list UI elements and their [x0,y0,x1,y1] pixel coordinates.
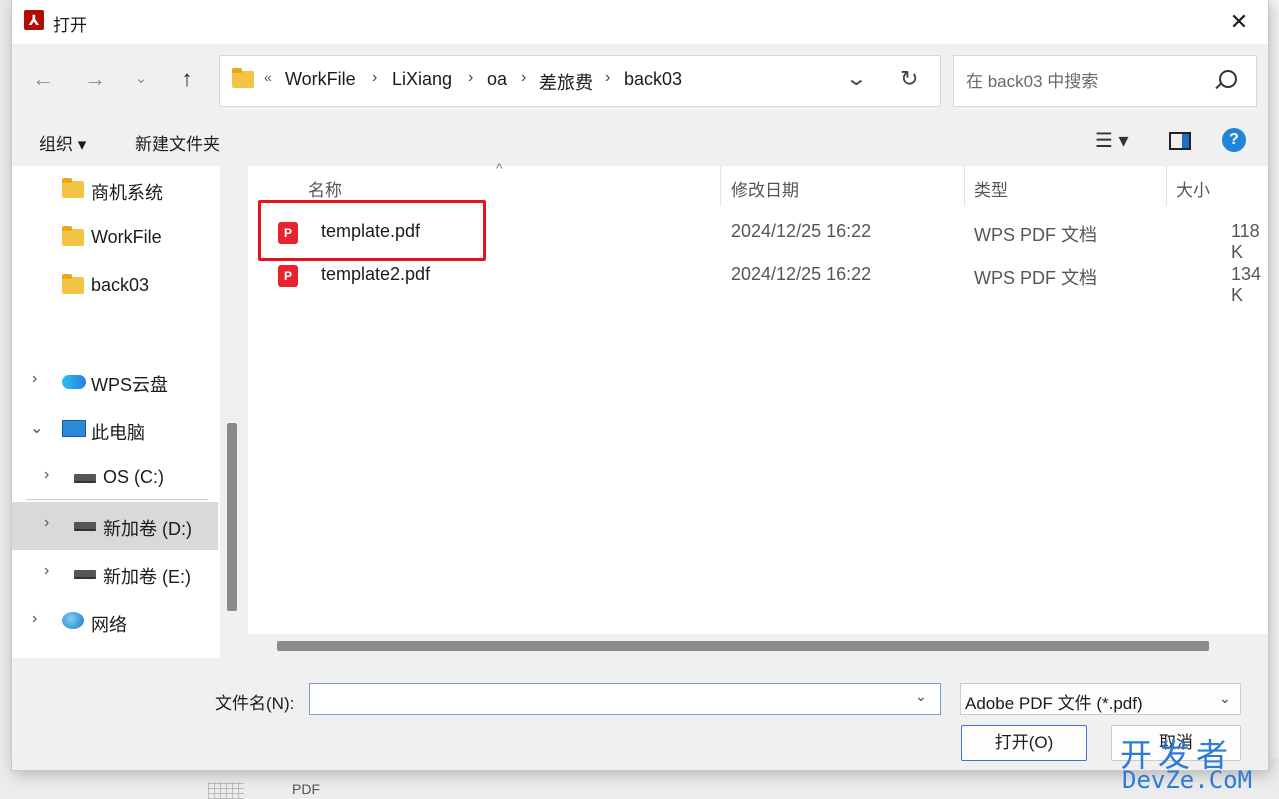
close-button[interactable]: ✕ [1224,8,1254,36]
filename-label: 文件名(N): [215,694,295,713]
column-header-name[interactable]: 名称 [308,176,342,201]
sidebar-item-label: WPS云盘 [91,375,169,395]
file-name: template2.pdf [321,264,431,284]
sidebar-item-label: 商机系统 [91,183,163,203]
breadcrumb-separator-icon[interactable]: › [521,69,526,87]
sidebar-item-label: WorkFile [91,227,162,247]
drive-icon [74,522,96,531]
sidebar-item-shangji[interactable]: 商机系统 [12,166,218,214]
filename-field[interactable] [314,688,908,712]
column-divider[interactable] [1166,166,1167,206]
title-bar: ⅄ 打开 ✕ [12,0,1268,44]
filetype-value: Adobe PDF 文件 (*.pdf) [965,694,1143,713]
sidebar-item-label: 网络 [91,615,127,635]
background-grid-icon [208,782,244,799]
new-folder-button[interactable]: 新建文件夹 [135,130,220,155]
expand-chevron-icon[interactable]: › [32,370,37,388]
dialog-title: 打开 [53,16,87,35]
pdf-file-icon: P [278,265,298,287]
breadcrumb-workfile[interactable]: WorkFile [285,69,356,90]
expand-chevron-icon[interactable]: › [44,514,49,532]
sidebar-item-label: 新加卷 (E:) [103,567,191,587]
search-input[interactable] [964,70,1218,94]
file-type: WPS PDF 文档 [974,268,1098,288]
sidebar-item-label: back03 [91,275,150,295]
sidebar-item-drive-c[interactable]: › OS (C:) [12,454,218,502]
breadcrumb-back03[interactable]: back03 [624,69,682,90]
breadcrumb-travel-expense[interactable]: 差旅费 [539,69,593,95]
column-divider[interactable] [964,166,965,206]
filetype-select[interactable]: Adobe PDF 文件 (*.pdf) ⌄ [960,683,1241,715]
breadcrumb-separator-icon[interactable]: › [605,69,610,87]
refresh-icon[interactable]: ↻ [900,66,918,92]
drive-icon [74,570,96,579]
watermark: 开发者 DevZe.CoM [1120,730,1270,796]
search-icon[interactable] [1219,70,1237,88]
command-bar: 组织 ▾ 新建文件夹 ☰ ▾ ? [12,118,1268,164]
chevron-down-icon[interactable]: ⌄ [915,688,927,705]
breadcrumb-oa[interactable]: oa [487,69,507,90]
sidebar-item-back03[interactable]: back03 [12,262,218,310]
breadcrumb-separator-icon[interactable]: › [468,69,473,87]
filename-combobox[interactable]: ⌄ [309,683,941,715]
open-file-dialog: ⅄ 打开 ✕ ← → ⌄ ↑ « WorkFile › LiXiang › oa… [12,0,1268,770]
expand-chevron-icon[interactable]: › [44,466,49,484]
back-arrow-icon[interactable]: ← [28,64,58,94]
expand-chevron-icon[interactable]: › [44,562,49,580]
view-options-icon[interactable]: ☰ ▾ [1095,128,1129,153]
file-row[interactable]: P template2.pdf 2024/12/25 16:22 WPS PDF… [248,255,1268,305]
preview-pane-icon[interactable] [1169,132,1191,150]
forward-arrow-icon[interactable]: → [80,64,110,94]
navigation-pane: 商机系统 WorkFile back03 › WPS云盘 ⌄ 此电脑 › OS … [12,166,220,658]
search-box[interactable] [953,55,1257,107]
sidebar-item-label: 此电脑 [91,423,145,443]
network-icon [62,612,84,629]
computer-icon [62,420,86,437]
open-button[interactable]: 打开(O) [961,725,1087,761]
breadcrumb-separator-icon[interactable]: › [372,69,377,87]
sidebar-item-wps-cloud[interactable]: › WPS云盘 [12,358,218,406]
address-dropdown-chevron-icon[interactable]: ⌄ [845,66,868,91]
sidebar-item-drive-d[interactable]: › 新加卷 (D:) [12,502,218,550]
breadcrumb-overflow-icon[interactable]: « [264,69,272,85]
breadcrumb-lixiang[interactable]: LiXiang [392,69,452,90]
file-modified: 2024/12/25 16:22 [731,221,872,241]
up-arrow-icon[interactable]: ↑ [172,64,202,94]
collapse-chevron-icon[interactable]: ⌄ [30,418,43,438]
windows-drive-icon [74,474,96,483]
cloud-icon [62,375,86,389]
sidebar-item-network[interactable]: › 网络 [12,598,218,646]
column-header-size[interactable]: 大小 [1176,176,1210,201]
sidebar-item-label: 新加卷 (D:) [103,519,192,539]
background-pdf-label: PDF [292,781,320,797]
navigation-scrollbar[interactable] [227,423,237,611]
organize-button[interactable]: 组织 ▾ [39,130,86,155]
folder-icon [62,226,84,246]
column-header-modified[interactable]: 修改日期 [731,176,799,201]
file-modified: 2024/12/25 16:22 [731,264,872,284]
recent-locations-chevron-icon[interactable]: ⌄ [126,64,156,94]
sidebar-item-this-pc[interactable]: ⌄ 此电脑 [12,406,218,454]
watermark-text: DevZe.CoM [1122,766,1253,794]
column-divider[interactable] [720,166,721,206]
file-size: 134 K [1231,264,1262,305]
acrobat-icon: ⅄ [24,10,44,30]
expand-chevron-icon[interactable]: › [32,610,37,628]
folder-icon [232,68,254,88]
sidebar-item-workfile[interactable]: WorkFile [12,214,218,262]
chevron-down-icon[interactable]: ⌄ [1219,690,1231,707]
column-header-type[interactable]: 类型 [974,176,1008,201]
file-type: WPS PDF 文档 [974,225,1098,245]
sidebar-item-drive-e[interactable]: › 新加卷 (E:) [12,550,218,598]
sidebar-item-label: OS (C:) [103,467,164,487]
folder-icon [62,178,84,198]
highlight-annotation [258,200,486,261]
horizontal-scrollbar-thumb[interactable] [277,641,1209,651]
background-window-edge [1268,0,1279,799]
folder-icon [62,274,84,294]
help-icon[interactable]: ? [1222,128,1246,152]
address-bar[interactable]: « WorkFile › LiXiang › oa › 差旅费 › back03… [219,55,941,107]
sort-ascending-icon: ^ [496,160,503,176]
